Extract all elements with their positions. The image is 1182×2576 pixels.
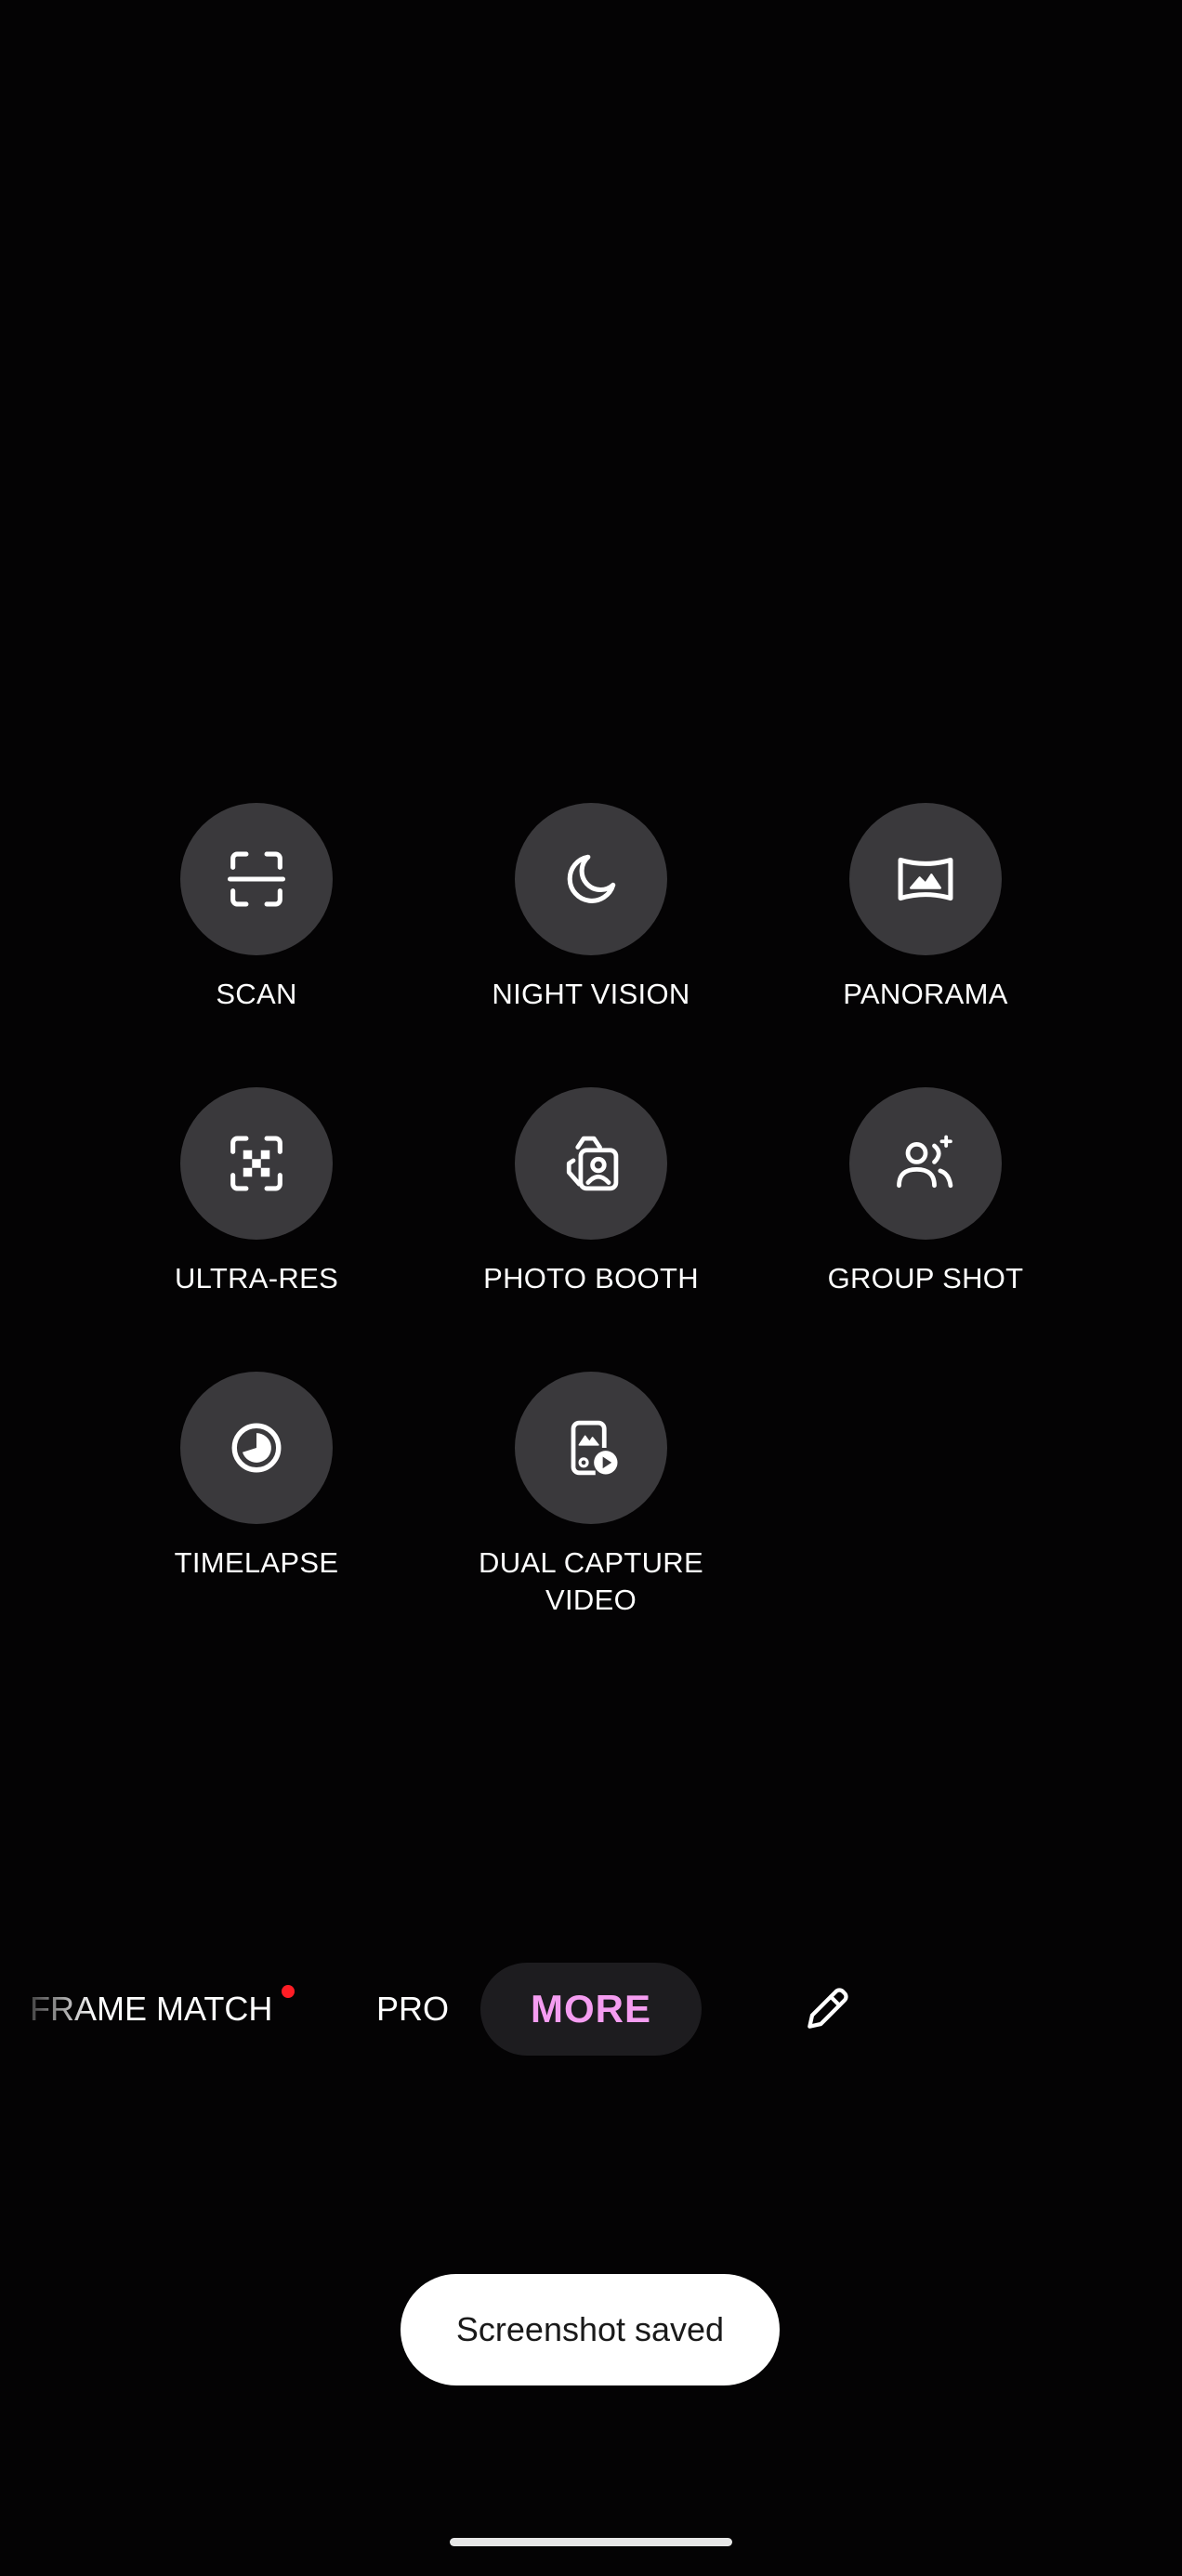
mode-label: TIMELAPSE xyxy=(174,1546,339,1579)
edit-modes-button[interactable] xyxy=(790,1972,864,2046)
mode-scan[interactable]: SCAN xyxy=(71,803,442,1013)
mode-photo-booth[interactable]: PHOTO BOOTH xyxy=(405,1087,777,1297)
panorama-icon xyxy=(898,857,953,901)
timelapse-icon xyxy=(231,1423,282,1473)
tab-frame-match[interactable]: FRAME MATCH xyxy=(30,1963,272,2056)
mode-photo-booth-button[interactable] xyxy=(515,1087,667,1240)
mode-dual-capture-video[interactable]: DUAL CAPTURE VIDEO xyxy=(405,1372,777,1619)
mode-label: NIGHT VISION xyxy=(492,978,690,1010)
mode-night-vision-button[interactable] xyxy=(515,803,667,955)
group-shot-icon xyxy=(897,1135,953,1189)
scan-icon xyxy=(227,851,286,907)
mode-group-shot[interactable]: GROUP SHOT xyxy=(740,1087,1111,1297)
new-badge-dot xyxy=(282,1985,295,1998)
moon-icon xyxy=(567,854,616,903)
ultra-res-icon xyxy=(230,1136,282,1191)
mode-timelapse-button[interactable] xyxy=(180,1372,333,1524)
mode-panorama[interactable]: PANORAMA xyxy=(740,803,1111,1013)
mode-group-shot-button[interactable] xyxy=(849,1087,1002,1240)
mode-timelapse[interactable]: TIMELAPSE xyxy=(71,1372,442,1582)
mode-label: DUAL CAPTURE VIDEO xyxy=(479,1546,703,1616)
mode-dual-capture-video-button[interactable] xyxy=(515,1372,667,1524)
toast-screenshot-saved: Screenshot saved xyxy=(401,2274,780,2385)
dual-capture-video-icon xyxy=(571,1420,618,1476)
mode-ultra-res-button[interactable] xyxy=(180,1087,333,1240)
camera-mode-tabs: FRAME MATCH PRO MORE xyxy=(0,1963,1182,2056)
mode-panorama-button[interactable] xyxy=(849,803,1002,955)
photo-booth-icon xyxy=(566,1136,619,1191)
pencil-icon xyxy=(808,1988,848,2029)
mode-scan-button[interactable] xyxy=(180,803,333,955)
mode-label: SCAN xyxy=(216,978,297,1010)
mode-label: ULTRA-RES xyxy=(174,1262,339,1295)
mode-label: PHOTO BOOTH xyxy=(483,1262,699,1295)
tab-more[interactable]: MORE xyxy=(480,1963,702,2056)
mode-label: PANORAMA xyxy=(843,978,1008,1010)
home-indicator[interactable] xyxy=(450,2538,732,2546)
tab-pro[interactable]: PRO xyxy=(376,1963,449,2056)
mode-ultra-res[interactable]: ULTRA-RES xyxy=(71,1087,442,1297)
mode-night-vision[interactable]: NIGHT VISION xyxy=(405,803,777,1013)
mode-label: GROUP SHOT xyxy=(827,1262,1024,1295)
